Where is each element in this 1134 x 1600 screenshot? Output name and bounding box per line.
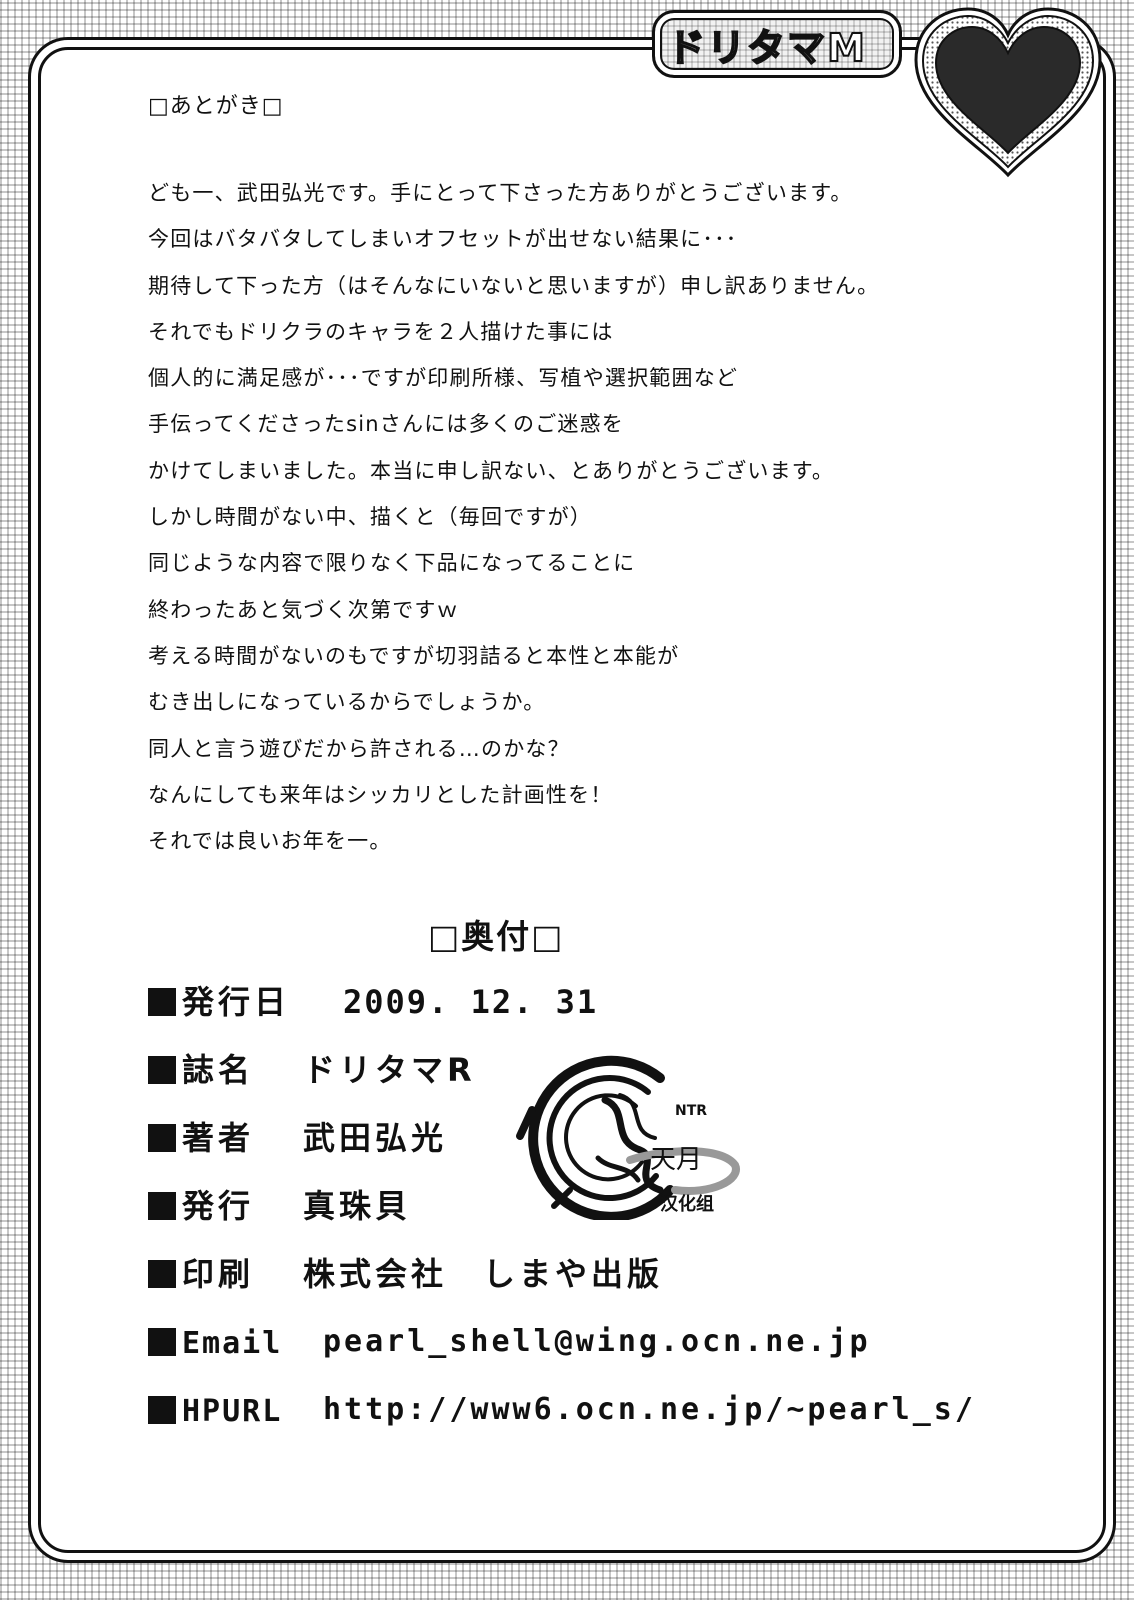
afterword-line: 期待して下った方（はそんなにいないと思いますが）申し訳ありません。 [148, 273, 880, 298]
title-tab: ドリタマM [652, 10, 902, 78]
afterword-line: それでもドリクラのキャラを２人描けた事には [148, 319, 614, 344]
colophon-label: HPURL [182, 1394, 283, 1429]
scanlation-logo-icon: NTR 天月 汉化组 [516, 1055, 740, 1220]
afterword-line: なんにしても来年はシッカリとした計画性を！ [148, 782, 613, 807]
bullet-icon [148, 1260, 176, 1288]
afterword-line: 個人的に満足感が･･･ですが印刷所様、写植や選択範囲など [148, 366, 739, 391]
watermark-tag: NTR [675, 1103, 707, 1119]
afterword-line: 終わったあと気づく次第ですｗ [148, 597, 459, 622]
watermark-name: 天月 [650, 1145, 702, 1175]
bullet-icon [148, 1124, 176, 1152]
tab-title: ドリタマM [666, 25, 867, 71]
colophon-value: 2009. 12. 31 [343, 983, 599, 1021]
colophon-label: Email [182, 1326, 283, 1361]
colophon-row-email: Email pearl_shell@wing.ocn.ne.jp [148, 1313, 1048, 1381]
watermark-group: 汉化组 [660, 1193, 714, 1215]
email-value: pearl_shell@wing.ocn.ne.jp [323, 1324, 871, 1359]
colophon-value: 株式会社 しまや出版 [303, 1255, 664, 1293]
colophon-row-printer: 印刷 株式会社 しまや出版 [148, 1245, 1048, 1313]
colophon-label: 発行日 [182, 983, 291, 1021]
afterword-line: 手伝ってくださったsinさんには多くのご迷惑を [148, 412, 625, 437]
colophon-heading: □奥付□ [428, 917, 565, 956]
afterword-line: 考える時間がないのもですが切羽詰ると本性と本能が [148, 643, 680, 668]
bullet-icon [148, 1396, 176, 1424]
colophon-label: 誌名 [182, 1051, 255, 1089]
colophon-row-publish-date: 発行日 2009. 12. 31 [148, 973, 1048, 1041]
bullet-icon [148, 1192, 176, 1220]
colophon-value: ドリタマR [303, 1051, 476, 1089]
afterword-heading: □あとがき□ [148, 94, 284, 119]
afterword-line: しかし時間がない中、描くと（毎回ですが） [148, 505, 592, 530]
afterword-line: それでは良いお年を一。 [148, 829, 392, 854]
colophon-label: 印刷 [182, 1255, 255, 1293]
afterword-line: 同じような内容で限りなく下品になってることに [148, 551, 636, 576]
colophon-row-hpurl: HPURL http://www6.ocn.ne.jp/~pearl_s/ [148, 1381, 1048, 1449]
colophon-label: 著者 [182, 1119, 255, 1157]
colophon-label: 発行 [182, 1187, 255, 1225]
bullet-icon [148, 1056, 176, 1084]
colophon-value: 真珠貝 [303, 1187, 412, 1225]
afterword-line: むき出しになっているからでしょうか。 [148, 690, 546, 715]
afterword-line: ども一、武田弘光です。手にとって下さった方ありがとうございます。 [148, 181, 853, 205]
heart-icon [914, 7, 1102, 178]
afterword-line: 今回はバタバタしてしまいオフセットが出せない結果に･･･ [148, 227, 738, 252]
afterword-body: ども一、武田弘光です。手にとって下さった方ありがとうございます。 今回はバタバタ… [148, 170, 1048, 864]
bullet-icon [148, 988, 176, 1016]
afterword-line: かけてしまいました。本当に申し訳ない、とありがとうございます。 [148, 458, 835, 483]
bullet-icon [148, 1328, 176, 1356]
hpurl-value: http://www6.ocn.ne.jp/~pearl_s/ [323, 1392, 976, 1427]
colophon-value: 武田弘光 [303, 1119, 448, 1157]
afterword-line: 同人と言う遊びだから許される…のかな？ [148, 736, 570, 761]
